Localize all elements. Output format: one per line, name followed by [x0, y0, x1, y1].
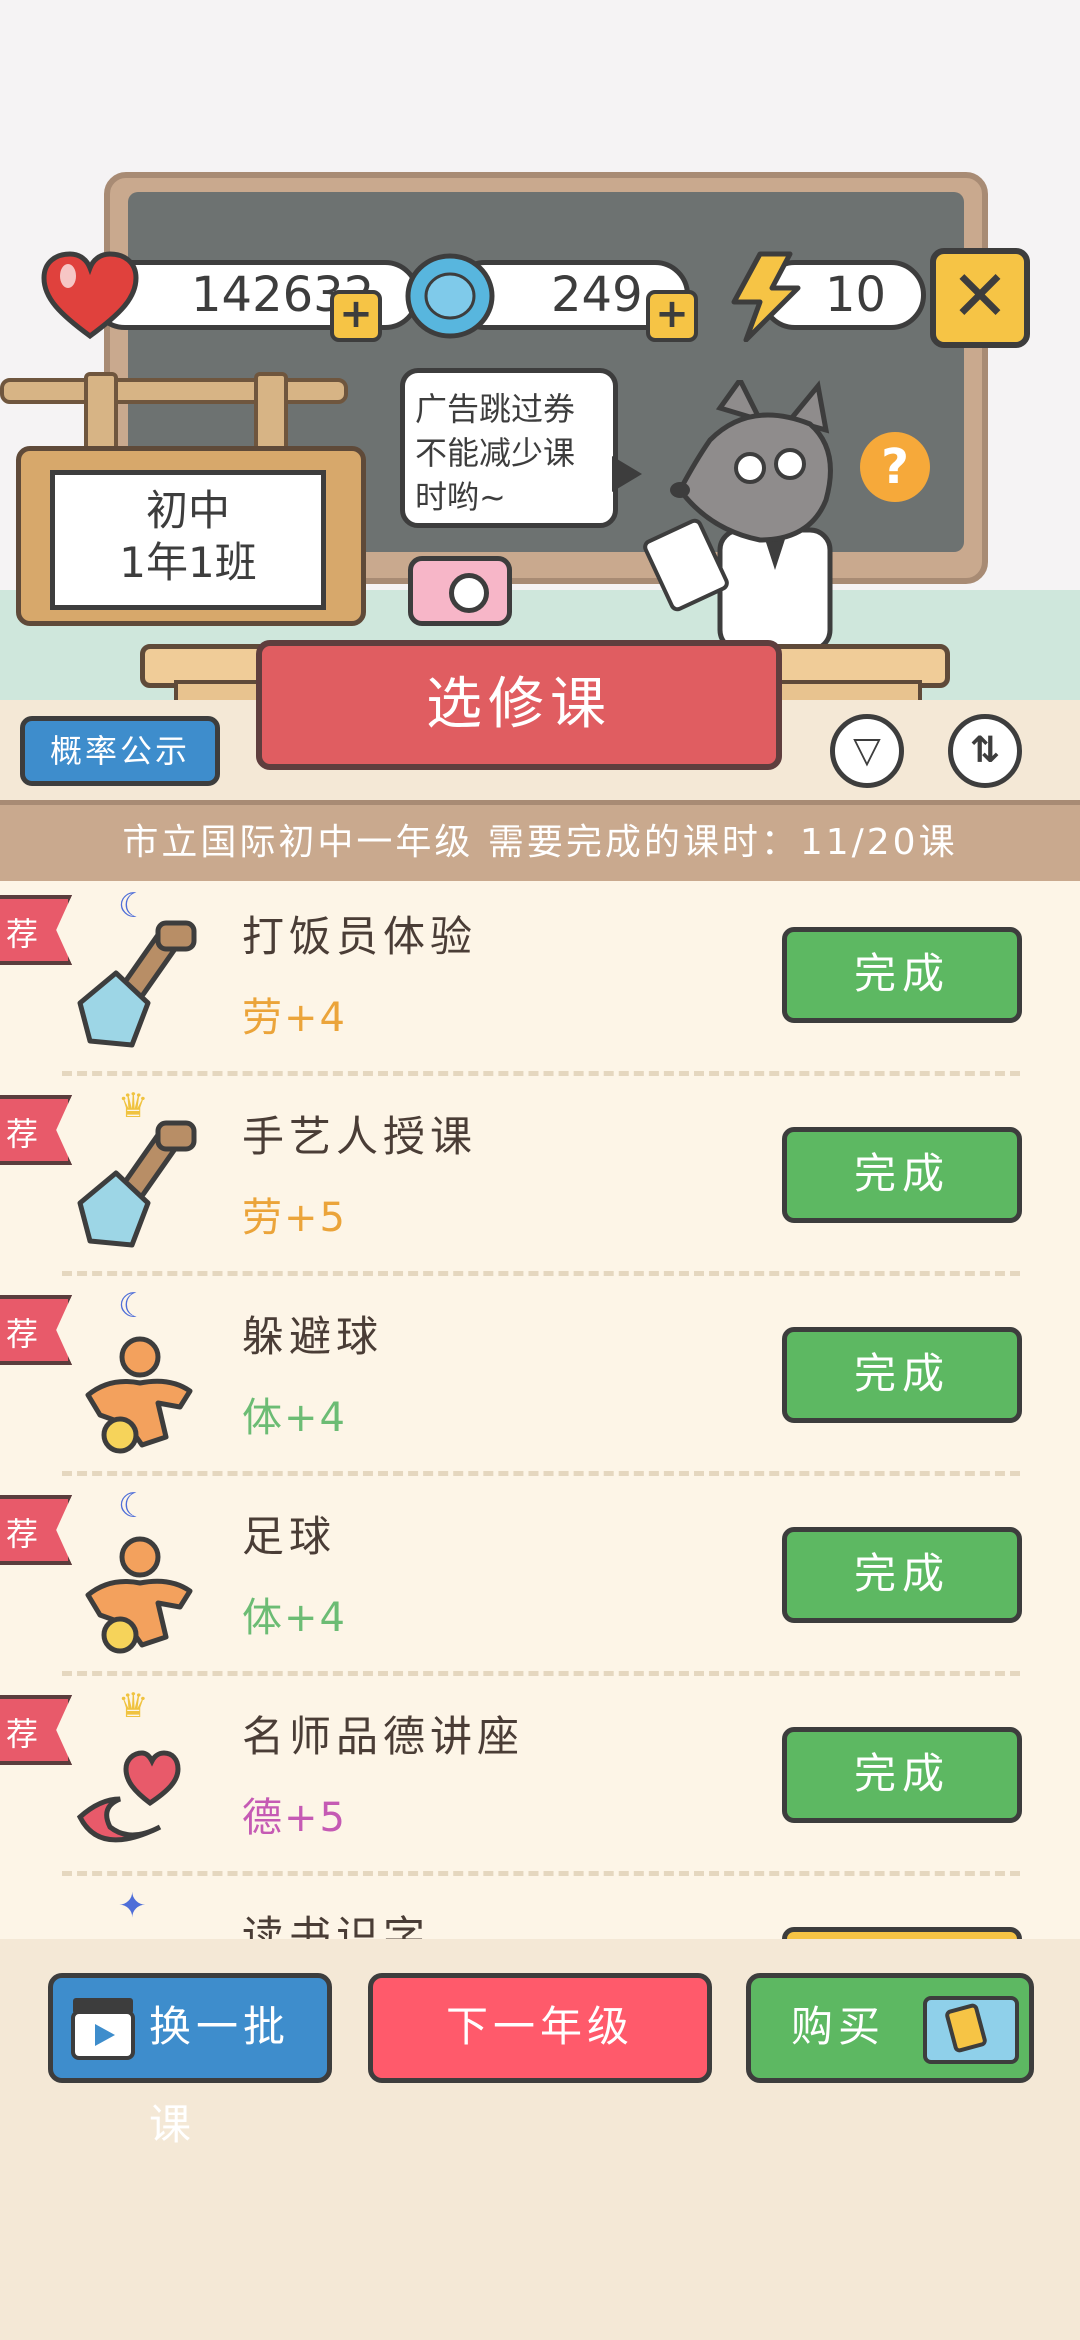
- athlete-icon: [85, 1336, 193, 1454]
- divider: [62, 1471, 1020, 1476]
- course-reward: 体+4: [242, 1595, 347, 1641]
- recommend-tag: 荐: [0, 1495, 72, 1565]
- crown-icon: ♛: [118, 1686, 149, 1726]
- star-icon: ✦: [118, 1886, 147, 1926]
- course-reward: 德+5: [242, 1795, 347, 1841]
- page-title: 选修课: [256, 640, 782, 770]
- close-button[interactable]: ✕: [930, 248, 1030, 348]
- shovel-icon: [77, 920, 197, 1048]
- course-row: ✦ 读书识字: [0, 1881, 1080, 1939]
- complete-button[interactable]: 完成: [782, 1527, 1022, 1623]
- course-name: 打饭员体验: [242, 912, 478, 961]
- recommend-tag: 荐: [0, 1295, 72, 1365]
- recommend-tag: 荐: [0, 1095, 72, 1165]
- buy-label: 购买: [791, 2002, 886, 2051]
- refresh-label: 换一批课: [149, 2002, 291, 2149]
- course-name: 足球: [242, 1512, 337, 1561]
- sign-rope: [0, 378, 348, 404]
- lightning-icon: [731, 251, 801, 342]
- wolf-teacher-character: [643, 380, 833, 650]
- camera-icon: [449, 573, 489, 613]
- next-grade-label: 下一年级: [445, 2002, 634, 2051]
- course-row: 荐 ☾ 打饭员体验 劳+4 完成: [0, 881, 1080, 1081]
- speech-line-1: 广告跳过券: [415, 390, 576, 428]
- grade-progress-header: 市立国际初中一年级 需要完成的课时：11/20课: [0, 800, 1080, 886]
- course-row: 荐 ♛ 手艺人授课 劳+5 完成: [0, 1081, 1080, 1281]
- course-reward: 劳+5: [242, 1195, 347, 1241]
- sign-line-1: 初中: [145, 486, 230, 535]
- heart-icon: [41, 251, 139, 340]
- moon-icon: ☾: [118, 886, 149, 926]
- divider: [62, 1271, 1020, 1276]
- athlete-icon: [85, 1536, 193, 1654]
- course-name: 名师品德讲座: [242, 1712, 525, 1761]
- course-name: 手艺人授课: [242, 1112, 478, 1161]
- speech-tail: [612, 456, 642, 492]
- filter-button[interactable]: ▽: [830, 714, 904, 788]
- divider: [62, 1871, 1020, 1876]
- camera-button[interactable]: [408, 556, 512, 626]
- course-reward: 劳+4: [242, 995, 347, 1041]
- hearts-icon: [76, 1750, 181, 1843]
- video-icon: [71, 1998, 135, 2060]
- filter-icon: ▽: [853, 730, 881, 771]
- speech-line-2: 不能减少课: [415, 434, 576, 472]
- course-name: 躲避球: [242, 1312, 384, 1361]
- recommend-tag: 荐: [0, 895, 72, 965]
- course-list[interactable]: 荐 ☾ 打饭员体验 劳+4 完成 荐 ♛ 手艺人授课 劳+5 完成 荐 ☾ 躲避…: [0, 881, 1080, 1939]
- moon-icon: ☾: [118, 1286, 149, 1326]
- complete-button[interactable]: 完成: [782, 927, 1022, 1023]
- complete-button[interactable]: 完成: [782, 1727, 1022, 1823]
- buy-button[interactable]: 购买: [746, 1973, 1034, 2083]
- speech-bubble: 广告跳过券 不能减少课 时哟~: [400, 368, 618, 528]
- complete-button[interactable]: 完成: [782, 1127, 1022, 1223]
- course-row: 荐 ☾ 躲避球 体+4 完成: [0, 1281, 1080, 1481]
- sort-icon: ⇅: [969, 730, 1001, 771]
- course-row: 荐 ♛ 名师品德讲座 德+5 完成: [0, 1681, 1080, 1881]
- moon-icon: ☾: [118, 1486, 149, 1526]
- course-reward: 体+4: [242, 1395, 347, 1441]
- probability-button[interactable]: 概率公示: [20, 716, 220, 786]
- add-coins-button[interactable]: +: [646, 290, 698, 342]
- sign-line-2: 1年1班: [119, 538, 257, 587]
- recommend-tag: 荐: [0, 1695, 72, 1765]
- sort-button[interactable]: ⇅: [948, 714, 1022, 788]
- classroom-scene: 142632 + 249 + 10 ✕ 初中 1年1班 广告跳过券 不能减少课 …: [0, 0, 1080, 700]
- course-name: 读书识字: [242, 1912, 431, 1939]
- speech-line-3: 时哟~: [415, 478, 506, 516]
- class-sign: 初中 1年1班: [50, 470, 326, 610]
- coin-icon: [405, 253, 495, 339]
- shovel-icon: [77, 1120, 197, 1248]
- next-grade-button[interactable]: 下一年级: [368, 1973, 712, 2083]
- help-button[interactable]: ?: [860, 432, 930, 502]
- add-hearts-button[interactable]: +: [330, 290, 382, 342]
- complete-button[interactable]: [782, 1927, 1022, 1939]
- divider: [62, 1671, 1020, 1676]
- refresh-courses-button[interactable]: 换一批课: [48, 1973, 332, 2149]
- complete-button[interactable]: 完成: [782, 1327, 1022, 1423]
- divider: [62, 1071, 1020, 1076]
- course-row: 荐 ☾ 足球 体+4 完成: [0, 1481, 1080, 1681]
- crown-icon: ♛: [118, 1086, 149, 1126]
- ticket-icon: [923, 1996, 1019, 2064]
- bottom-bar: 换一批课 下一年级 购买: [0, 1939, 1080, 2340]
